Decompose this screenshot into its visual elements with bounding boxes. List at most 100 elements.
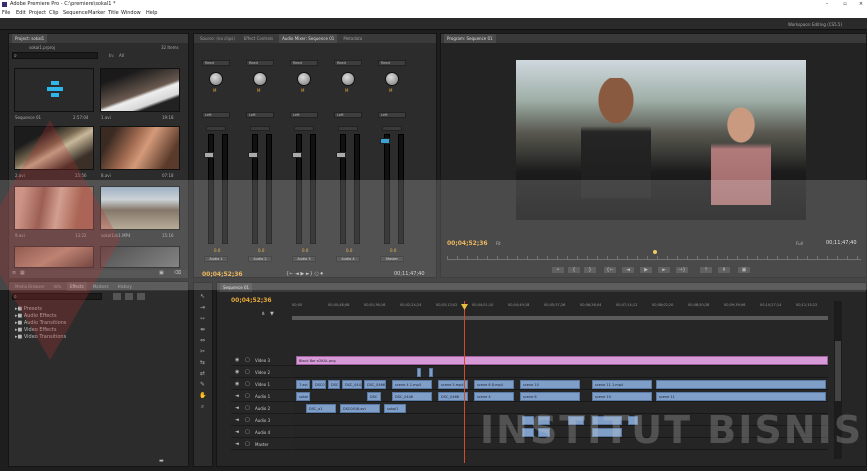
timeline-clip[interactable] xyxy=(538,428,550,437)
track-visibility-icon[interactable]: ◄ xyxy=(235,417,239,423)
tab-metadata[interactable]: Metadata xyxy=(340,34,365,43)
yuv-effects-icon[interactable] xyxy=(137,293,145,300)
timeline-clip[interactable]: DSC_0466 xyxy=(364,380,386,389)
track-visibility-icon[interactable]: ◉ xyxy=(235,357,239,363)
slip-tool-icon[interactable]: ⇆ xyxy=(199,359,206,366)
volume-fader[interactable] xyxy=(204,152,214,158)
volume-fader[interactable] xyxy=(380,138,390,144)
pan-knob[interactable] xyxy=(341,72,355,86)
pen-tool-icon[interactable]: ✎ xyxy=(199,381,206,388)
clip-thumb-3[interactable] xyxy=(100,126,180,170)
new-custom-bin-icon[interactable]: ▬ xyxy=(159,458,164,464)
volume-fader[interactable] xyxy=(248,152,258,158)
rate-stretch-tool-icon[interactable]: ⇔ xyxy=(199,337,206,344)
tab-program[interactable]: Program: Sequence 01 xyxy=(444,34,496,43)
automation-mode-select[interactable]: Read xyxy=(202,60,230,66)
in-select[interactable]: All xyxy=(119,53,124,58)
search-input[interactable]: ⌕ xyxy=(12,52,98,59)
tab-audio-mixer[interactable]: Audio Mixer: Sequence 01 xyxy=(279,34,338,43)
razor-tool-icon[interactable]: ✂ xyxy=(199,348,206,355)
mute-solo-buttons[interactable] xyxy=(382,126,402,131)
play-button[interactable]: ▶ xyxy=(639,266,653,274)
timeline-clip[interactable]: scene 6 xyxy=(520,392,580,401)
mute-solo-buttons[interactable] xyxy=(206,126,226,131)
tab-sequence[interactable]: Sequence 01 xyxy=(220,283,253,292)
pan-knob[interactable] xyxy=(253,72,267,86)
timeline-clip[interactable]: scene 11 xyxy=(656,392,826,401)
clip-thumb-1[interactable] xyxy=(100,68,180,112)
volume-fader[interactable] xyxy=(292,152,302,158)
timeline-clip[interactable]: scene 6 8.mp4 xyxy=(474,380,514,389)
clip-thumb-5[interactable] xyxy=(100,186,180,230)
menu-clip[interactable]: Clip xyxy=(49,9,58,18)
tab-history[interactable]: History xyxy=(115,282,135,291)
timeline-clip[interactable] xyxy=(417,368,421,377)
timeline-clip[interactable]: scene 4 xyxy=(474,392,514,401)
go-to-out-button[interactable]: →} xyxy=(675,266,689,274)
slide-tool-icon[interactable]: ⇄ xyxy=(199,370,206,377)
mark-out-button[interactable]: } xyxy=(583,266,597,274)
extract-button[interactable]: ⇞ xyxy=(717,266,731,274)
tab-project[interactable]: Project: sokal1 xyxy=(12,34,48,43)
track-visibility-icon[interactable]: ◉ xyxy=(235,369,239,375)
automation-mode-select[interactable]: Read xyxy=(334,60,362,66)
32bit-effects-icon[interactable] xyxy=(125,293,133,300)
timeline-clip[interactable] xyxy=(522,416,534,425)
timeline-clip[interactable]: 7.avi xyxy=(296,380,310,389)
track-lock-icon[interactable]: ▢ xyxy=(245,369,250,375)
pan-knob[interactable] xyxy=(297,72,311,86)
clip-thumb-2[interactable] xyxy=(14,126,94,170)
work-area-bar[interactable] xyxy=(292,316,828,320)
track-lock-icon[interactable]: ▢ xyxy=(245,441,250,447)
track-lock-icon[interactable]: ▢ xyxy=(245,429,250,435)
maximize-button[interactable]: ▫ xyxy=(840,0,850,9)
tab-effects[interactable]: Effects xyxy=(67,282,87,291)
mixer-transport[interactable]: {← ◄ ▶ ►} ○ ⏺ xyxy=(286,271,323,277)
timeline-clip[interactable]: scene 4 1.mp4 xyxy=(392,380,432,389)
timeline-clip[interactable]: DSC0016.avi xyxy=(340,404,380,413)
volume-fader[interactable] xyxy=(336,152,346,158)
timeline-clip[interactable] xyxy=(592,416,622,425)
timeline-clip[interactable]: DSC_a1 xyxy=(306,404,336,413)
lift-button[interactable]: ⇡ xyxy=(699,266,713,274)
minimize-button[interactable]: – xyxy=(822,0,832,9)
channel-effects-select[interactable]: Left xyxy=(246,112,274,118)
folder-audio-transitions[interactable]: ▸■ Audio Transitions xyxy=(15,320,66,327)
track-lock-icon[interactable]: ▢ xyxy=(245,405,250,411)
snap-icon[interactable]: ⋔ xyxy=(261,311,265,317)
timeline-clip[interactable] xyxy=(592,428,622,437)
menu-file[interactable]: File xyxy=(2,9,10,18)
rolling-edit-tool-icon[interactable]: ⇹ xyxy=(199,326,206,333)
timeline-clip[interactable] xyxy=(656,380,826,389)
selection-tool-icon[interactable]: ↖ xyxy=(199,293,206,300)
channel-effects-select[interactable]: Left xyxy=(378,112,406,118)
timeline-clip[interactable]: scene 10 xyxy=(592,392,652,401)
menu-title[interactable]: Title xyxy=(108,9,119,18)
menu-sequence[interactable]: Sequence xyxy=(63,9,88,18)
track-select-tool-icon[interactable]: ⇥ xyxy=(199,304,206,311)
pan-knob[interactable] xyxy=(209,72,223,86)
clip-thumb-sequence[interactable] xyxy=(14,68,94,112)
track-lock-icon[interactable]: ▢ xyxy=(245,417,250,423)
mute-solo-buttons[interactable] xyxy=(250,126,270,131)
go-to-in-button[interactable]: {← xyxy=(603,266,617,274)
timeline-clip[interactable]: sokal xyxy=(296,392,310,401)
track-visibility-icon[interactable]: ◄ xyxy=(235,429,239,435)
track-lock-icon[interactable]: ▢ xyxy=(245,381,250,387)
track-visibility-icon[interactable]: ◉ xyxy=(235,381,239,387)
timeline-clip[interactable]: DSC0 xyxy=(312,380,326,389)
track-visibility-icon[interactable]: ◄ xyxy=(235,405,239,411)
timeline-clip[interactable] xyxy=(568,416,584,425)
timeline-clip[interactable] xyxy=(538,416,550,425)
automation-mode-select[interactable]: Read xyxy=(378,60,406,66)
timeline-clip[interactable] xyxy=(628,416,638,425)
channel-effects-select[interactable]: Left xyxy=(334,112,362,118)
add-marker-button[interactable]: • xyxy=(551,266,565,274)
folder-presets[interactable]: ▸■ Presets xyxy=(15,306,66,313)
clip-thumb-7[interactable] xyxy=(100,246,180,268)
timeline-clip[interactable] xyxy=(522,428,534,437)
delete-icon[interactable]: ⌫ xyxy=(174,270,181,276)
ripple-edit-tool-icon[interactable]: ⇿ xyxy=(199,315,206,322)
automation-mode-select[interactable]: Read xyxy=(290,60,318,66)
channel-effects-select[interactable]: Left xyxy=(290,112,318,118)
